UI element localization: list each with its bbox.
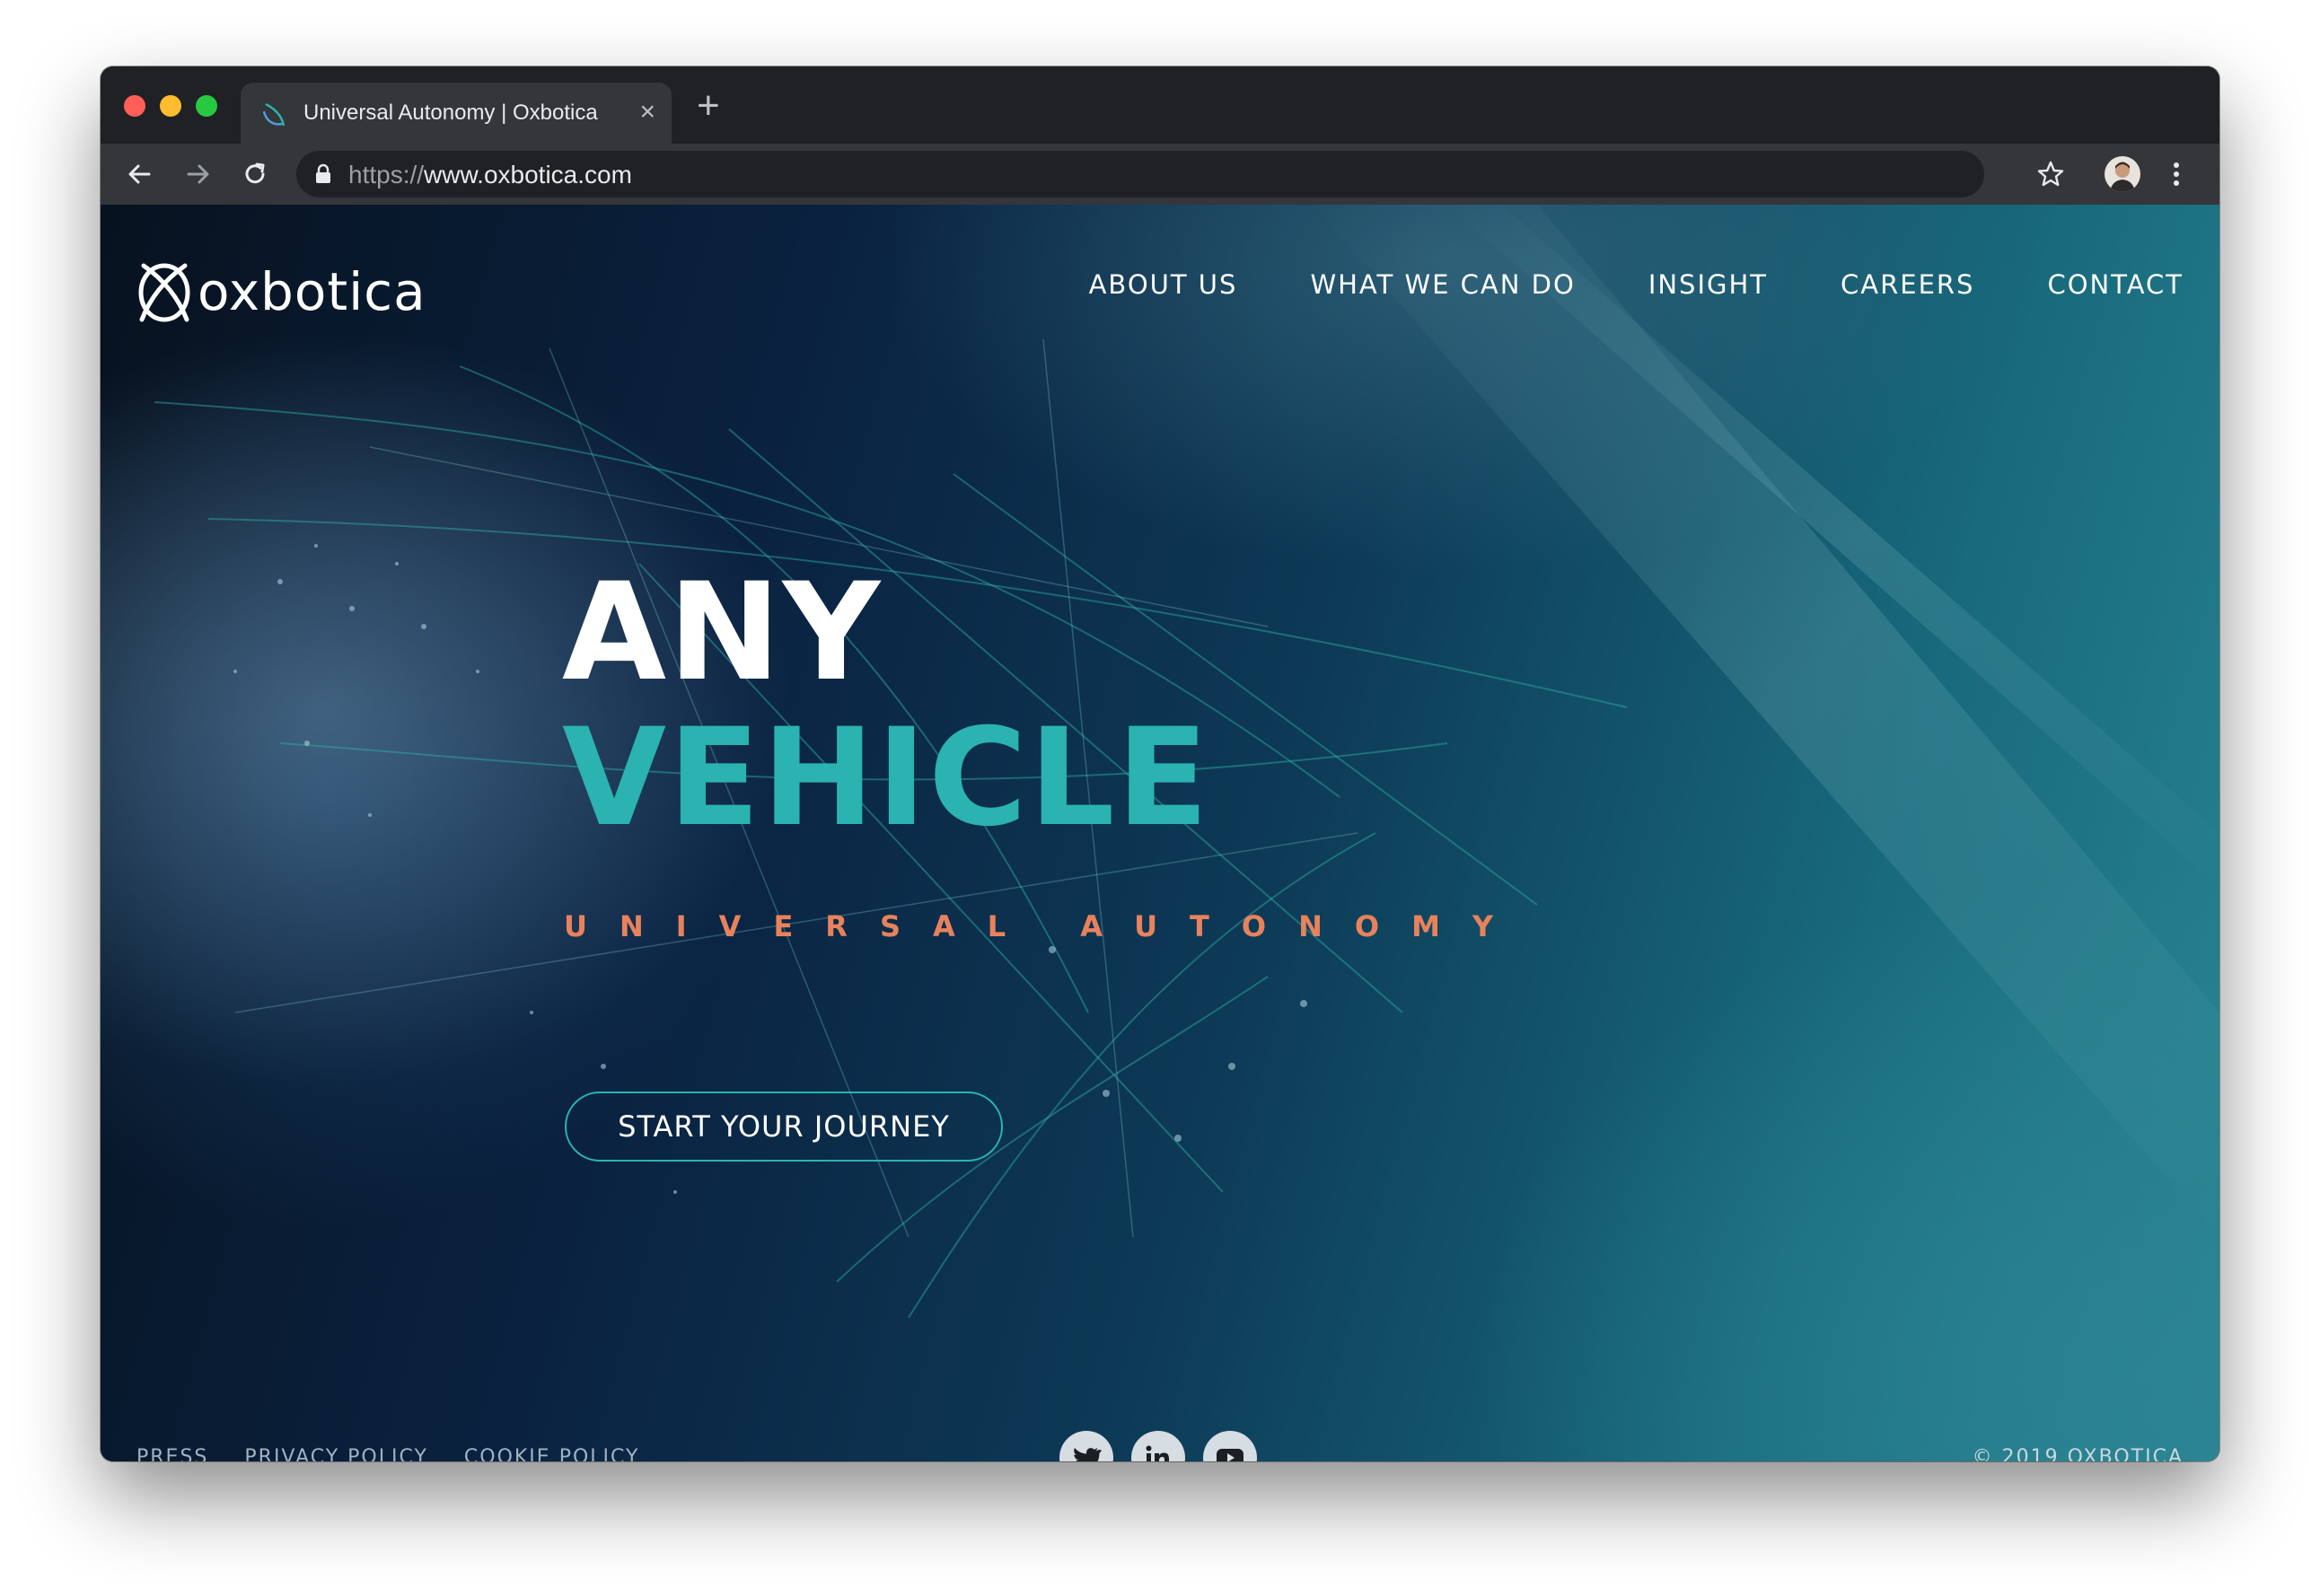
- nav-item-insight[interactable]: INSIGHT: [1648, 269, 1768, 300]
- footer-link-privacy-policy[interactable]: PRIVACY POLICY: [244, 1446, 428, 1461]
- main-nav: ABOUT US WHAT WE CAN DO INSIGHT CAREERS …: [1016, 269, 2184, 300]
- user-avatar-icon: [2110, 162, 2135, 192]
- youtube-button[interactable]: [1203, 1431, 1257, 1461]
- nav-item-about-us[interactable]: ABOUT US: [1089, 269, 1238, 300]
- footer-link-press[interactable]: PRESS: [136, 1446, 208, 1461]
- url-text: https://www.oxbotica.com: [348, 161, 632, 189]
- footer-link-cookie-policy[interactable]: COOKIE POLICY: [464, 1446, 640, 1461]
- browser-window: Universal Autonomy | Oxbotica × + https:…: [101, 66, 2219, 1461]
- reload-icon[interactable]: [237, 156, 273, 192]
- profile-avatar[interactable]: [2105, 156, 2140, 192]
- logo-wordmark: oxbotica: [198, 261, 426, 322]
- forward-arrow-icon[interactable]: [180, 156, 215, 192]
- nav-item-what-we-can-do[interactable]: WHAT WE CAN DO: [1310, 269, 1575, 300]
- oxbotica-logo[interactable]: oxbotica: [135, 259, 426, 330]
- linkedin-button[interactable]: [1131, 1431, 1185, 1461]
- oxbotica-logo-mark-icon: [138, 263, 190, 322]
- back-arrow-icon[interactable]: [122, 156, 158, 192]
- close-tab-icon[interactable]: ×: [639, 96, 655, 128]
- hero-heading-line2: VEHICLE: [562, 700, 1211, 856]
- close-window-button[interactable]: [124, 95, 145, 117]
- tab-active[interactable]: Universal Autonomy | Oxbotica ×: [241, 83, 672, 144]
- browser-toolbar: https://www.oxbotica.com: [101, 144, 2219, 205]
- bookmark-star-icon[interactable]: [2031, 154, 2070, 194]
- address-bar[interactable]: https://www.oxbotica.com: [296, 151, 1984, 197]
- oxbotica-favicon-icon: [262, 102, 286, 127]
- twitter-icon: [1074, 1448, 1102, 1461]
- nav-item-contact[interactable]: CONTACT: [2047, 269, 2184, 300]
- maximize-window-button[interactable]: [196, 95, 217, 117]
- url-host: www.oxbotica.com: [424, 161, 632, 189]
- linkedin-icon: [1146, 1445, 1169, 1461]
- web-page: oxbotica ABOUT US WHAT WE CAN DO INSIGHT…: [101, 205, 2219, 1461]
- hero-heading-line1: ANY: [562, 555, 883, 711]
- minimize-window-button[interactable]: [160, 95, 181, 117]
- social-links: [1059, 1431, 1275, 1461]
- start-journey-button[interactable]: START YOUR JOURNEY: [565, 1092, 1003, 1162]
- youtube-icon: [1217, 1449, 1243, 1461]
- hero-tagline: UNIVERSAL AUTONOMY: [564, 909, 1526, 943]
- browser-menu-icon[interactable]: [2157, 154, 2196, 194]
- new-tab-button[interactable]: +: [697, 86, 720, 126]
- url-scheme: https://: [348, 161, 425, 189]
- tab-strip: Universal Autonomy | Oxbotica × +: [101, 66, 2219, 144]
- lock-icon: [316, 163, 330, 183]
- footer-links: PRESS PRIVACY POLICY COOKIE POLICY: [136, 1446, 675, 1461]
- copyright-text: © 2019 OXBOTICA: [1972, 1446, 2184, 1461]
- nav-item-careers[interactable]: CAREERS: [1841, 269, 1974, 300]
- tab-title: Universal Autonomy | Oxbotica: [303, 101, 598, 125]
- twitter-button[interactable]: [1059, 1431, 1113, 1461]
